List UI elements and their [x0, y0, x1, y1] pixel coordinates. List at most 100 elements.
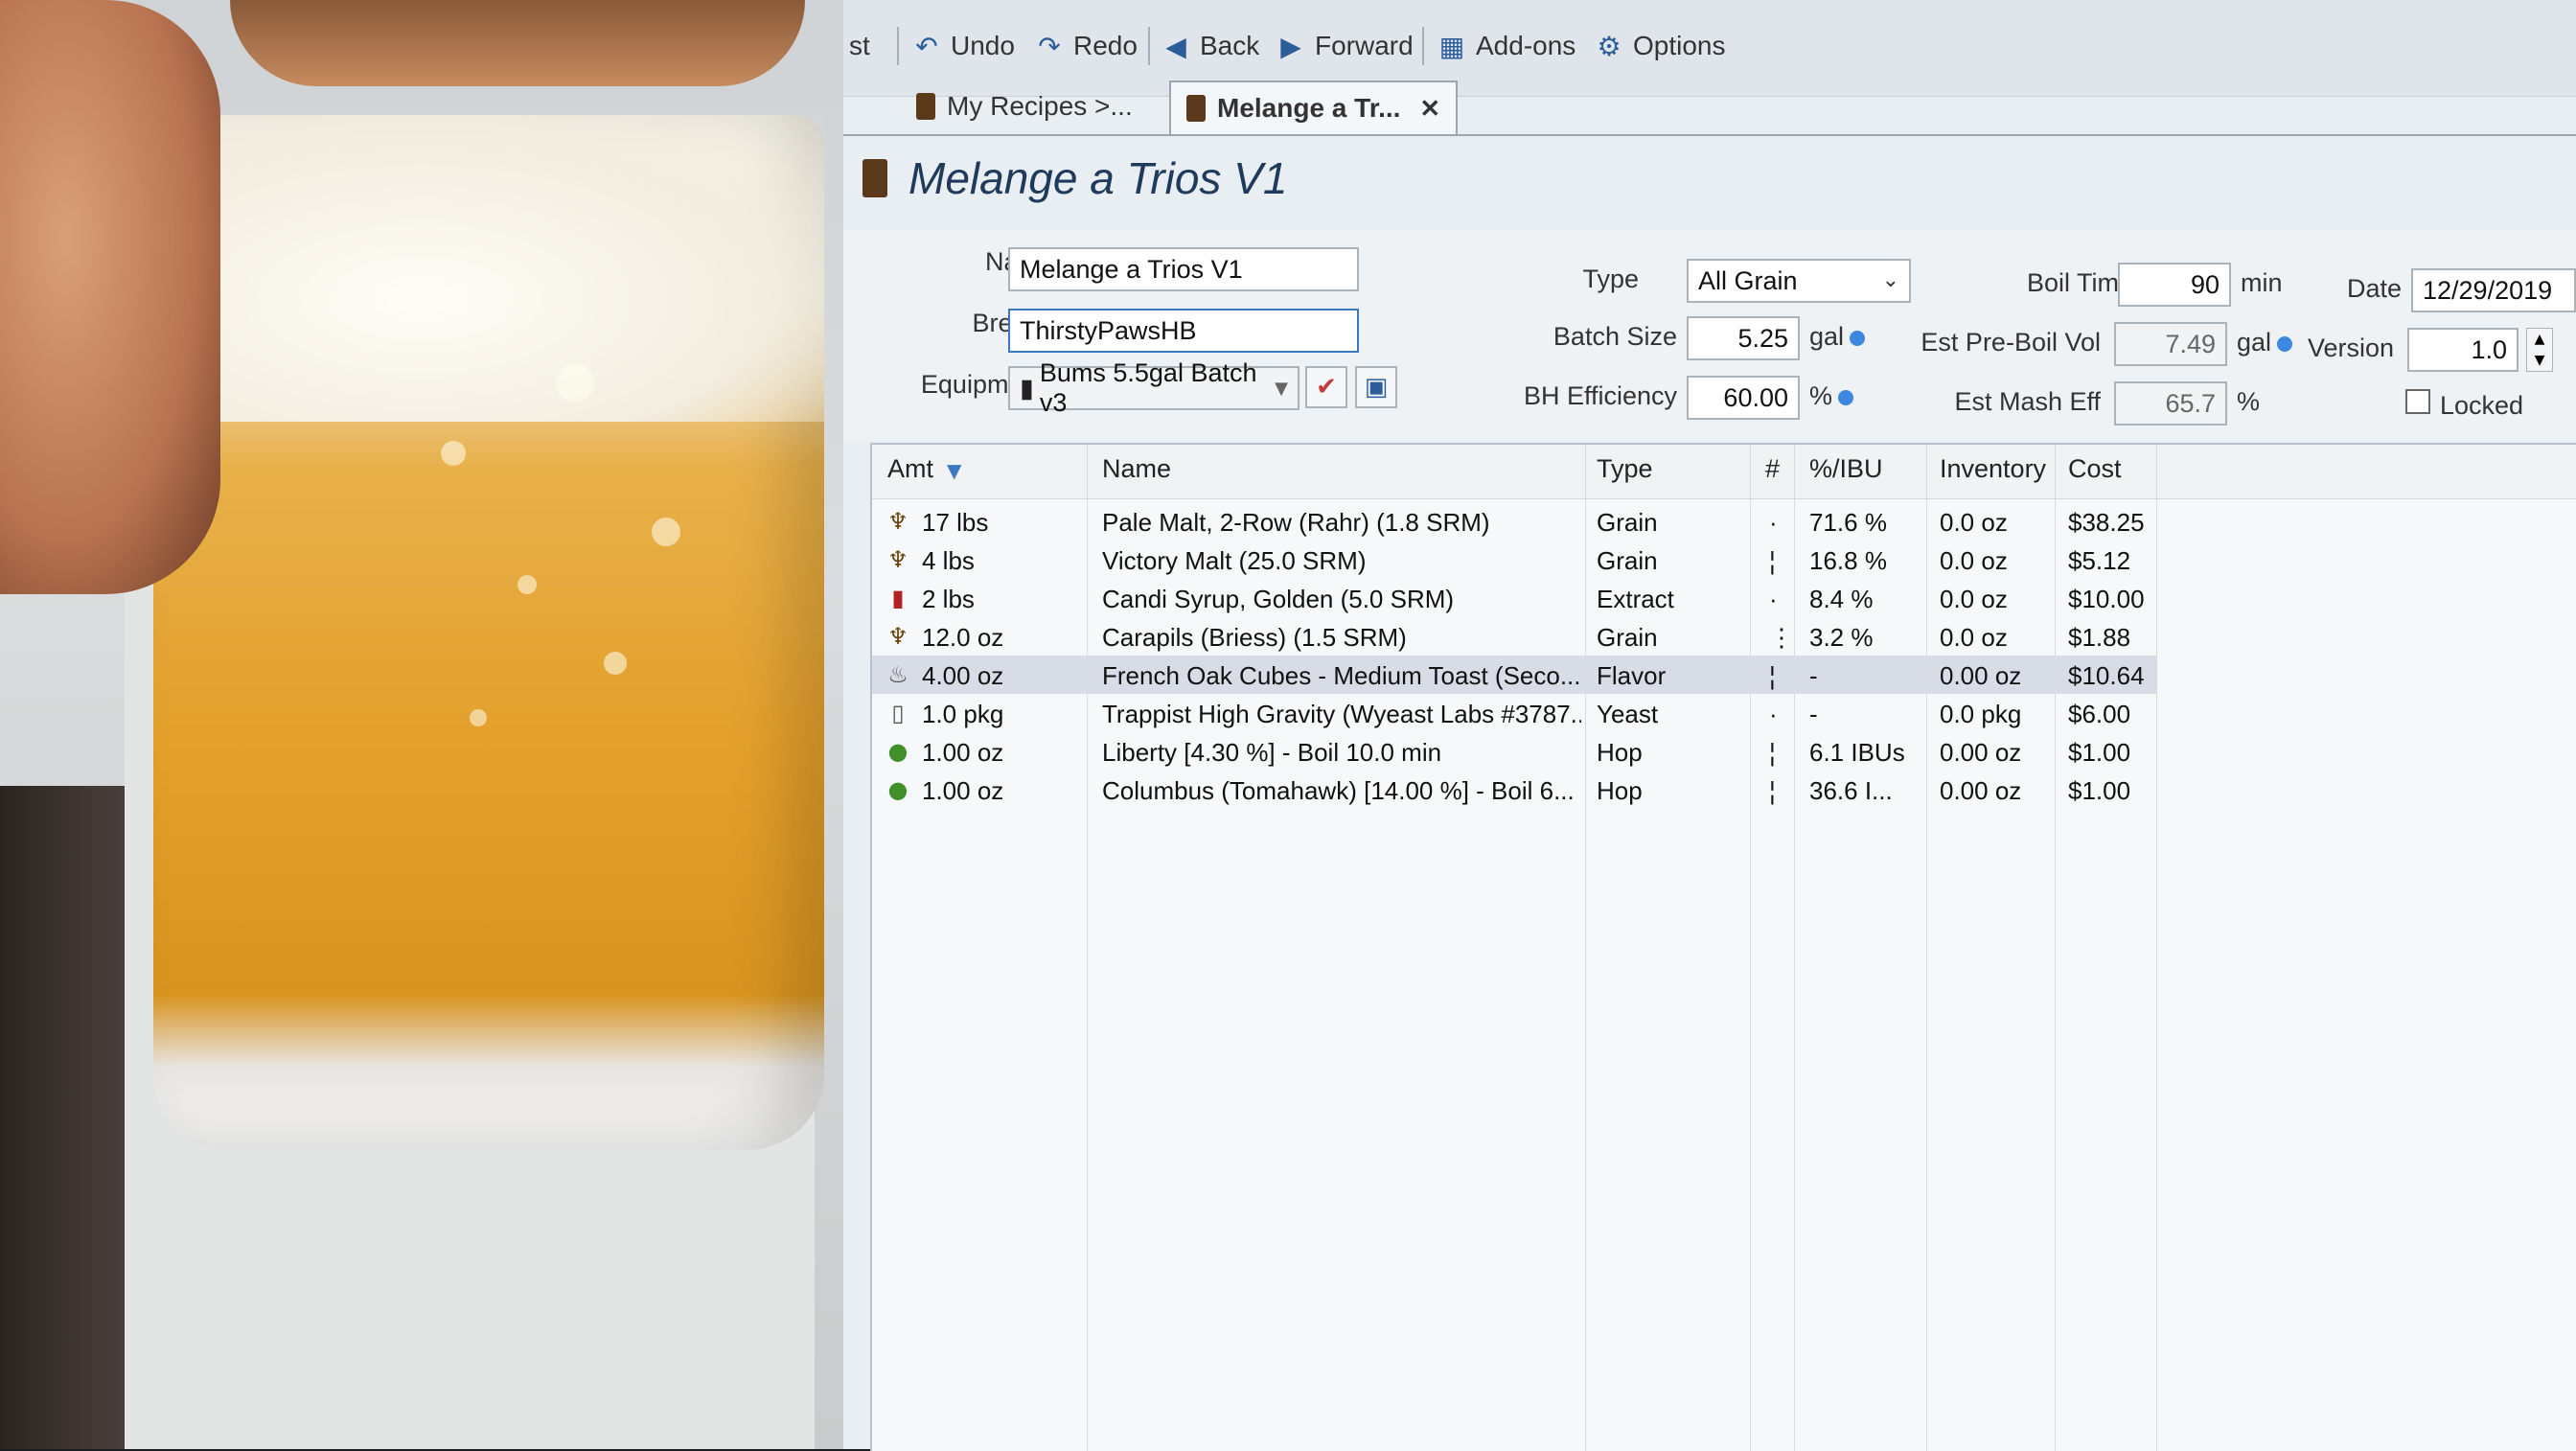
- row-amt: 4 lbs: [922, 546, 975, 575]
- flavor-icon: ♨: [887, 661, 908, 688]
- batch-size-field[interactable]: 5.25: [1687, 316, 1800, 360]
- options-button[interactable]: ⚙ Options: [1593, 27, 1725, 65]
- locked-checkbox[interactable]: [2405, 389, 2430, 414]
- extract-icon: ▮: [891, 585, 905, 611]
- brewer-field[interactable]: ThirstyPawsHB: [1008, 309, 1359, 353]
- beer-mug-icon: [916, 93, 935, 120]
- row-pct: -: [1809, 700, 1818, 728]
- info-dot-icon: [1838, 389, 1854, 405]
- boil-time-field[interactable]: 90: [2118, 263, 2231, 307]
- boil-time-unit: min: [2241, 268, 2283, 297]
- row-name: Pale Malt, 2-Row (Rahr) (1.8 SRM): [1102, 508, 1490, 537]
- table-row[interactable]: ● 1.00 oz Columbus (Tomahawk) [14.00 %] …: [872, 771, 2156, 809]
- gear-icon: ⚙: [1597, 30, 1622, 62]
- mash-eff-field: 65.7: [2114, 381, 2227, 426]
- name-field[interactable]: Melange a Trios V1: [1008, 247, 1359, 291]
- row-num: ¦: [1769, 546, 1776, 575]
- checklist-button[interactable]: ✔: [1305, 366, 1347, 408]
- row-type: Grain: [1597, 546, 1658, 575]
- row-cost: $38.25: [2068, 508, 2145, 537]
- row-inventory: 0.0 pkg: [1940, 700, 2022, 728]
- brewing-app-window: st ↶ Undo ↷ Redo ◀ Back ▶ Forward ▦ Add-…: [843, 0, 2576, 1451]
- col-pct-ibu-header[interactable]: %/IBU: [1809, 454, 1883, 484]
- date-field[interactable]: 12/29/2019: [2411, 268, 2576, 312]
- grain-icon: ♆: [887, 623, 908, 650]
- row-num: ·: [1769, 508, 1778, 537]
- row-name: Columbus (Tomahawk) [14.00 %] - Boil 6..…: [1102, 776, 1575, 805]
- row-inventory: 0.0 oz: [1940, 508, 2008, 537]
- row-num: ⋮: [1769, 623, 1794, 652]
- forward-button[interactable]: ▶ Forward: [1275, 27, 1413, 65]
- tab-recipe[interactable]: Melange a Tr... ✕: [1169, 81, 1459, 134]
- back-button[interactable]: ◀ Back: [1160, 27, 1259, 65]
- undo-icon: ↶: [915, 30, 938, 62]
- version-field[interactable]: 1.0: [2407, 328, 2518, 372]
- row-pct: 8.4 %: [1809, 585, 1874, 613]
- tab-label: My Recipes >...: [947, 91, 1133, 121]
- row-name: Liberty [4.30 %] - Boil 10.0 min: [1102, 738, 1442, 767]
- grain-icon: ♆: [887, 508, 908, 535]
- save-equipment-button[interactable]: ▣: [1355, 366, 1397, 408]
- hop-icon: ●: [887, 738, 908, 765]
- row-cost: $1.88: [2068, 623, 2131, 652]
- row-amt: 4.00 oz: [922, 661, 1004, 690]
- col-type-header[interactable]: Type: [1597, 454, 1653, 484]
- row-amt: 1.00 oz: [922, 776, 1004, 805]
- table-header: Amt ▼ Name Type # %/IBU Inventory Cost: [872, 445, 2576, 499]
- equipment-select[interactable]: ▮ Bums 5.5gal Batch v3 ▼: [1008, 358, 1300, 417]
- beer-mug-icon: [1186, 95, 1206, 122]
- bh-efficiency-label: BH Efficiency: [1523, 381, 1677, 410]
- table-row-selected[interactable]: ♨ 4.00 oz French Oak Cubes - Medium Toas…: [872, 656, 2156, 694]
- col-num-header[interactable]: #: [1765, 454, 1780, 484]
- row-pct: 6.1 IBUs: [1809, 738, 1905, 767]
- type-select[interactable]: All Grain ⌄: [1687, 259, 1911, 303]
- bh-efficiency-field[interactable]: 60.00: [1687, 376, 1800, 420]
- row-inventory: 0.0 oz: [1940, 623, 2008, 652]
- undo-button[interactable]: ↶ Undo: [910, 27, 1015, 65]
- row-cost: $1.00: [2068, 738, 2131, 767]
- addons-button[interactable]: ▦ Add-ons: [1436, 27, 1576, 65]
- row-pct: 16.8 %: [1809, 546, 1887, 575]
- thumb: [230, 0, 805, 86]
- row-inventory: 0.00 oz: [1940, 738, 2022, 767]
- table-row[interactable]: ▯ 1.0 pkg Trappist High Gravity (Wyeast …: [872, 694, 2156, 732]
- recipe-form: Name Melange a Trios V1 Brewer ThirstyPa…: [843, 230, 2576, 441]
- row-cost: $5.12: [2068, 546, 2131, 575]
- sort-desc-icon: ▼: [947, 459, 962, 482]
- table-row[interactable]: ● 1.00 oz Liberty [4.30 %] - Boil 10.0 m…: [872, 732, 2156, 771]
- redo-label: Redo: [1073, 31, 1138, 60]
- type-value: All Grain: [1698, 265, 1798, 295]
- toolbar-partial-item[interactable]: st: [849, 27, 870, 65]
- table-row[interactable]: ♆ 17 lbs Pale Malt, 2-Row (Rahr) (1.8 SR…: [872, 502, 2156, 541]
- col-name-header[interactable]: Name: [1102, 454, 1171, 484]
- redo-button[interactable]: ↷ Redo: [1033, 27, 1138, 65]
- tab-my-recipes[interactable]: My Recipes >...: [901, 81, 1148, 132]
- row-name: Victory Malt (25.0 SRM): [1102, 546, 1367, 575]
- equipment-value: Bums 5.5gal Batch v3: [1039, 358, 1257, 417]
- close-icon[interactable]: ✕: [1419, 94, 1440, 124]
- mash-eff-unit: %: [2237, 387, 2261, 416]
- row-type: Extract: [1597, 585, 1674, 613]
- hand: [0, 0, 220, 594]
- version-stepper[interactable]: ▲ ▼: [2526, 328, 2553, 372]
- info-dot-icon: [1850, 330, 1866, 346]
- table-row[interactable]: ♆ 12.0 oz Carapils (Briess) (1.5 SRM) Gr…: [872, 617, 2156, 656]
- addons-icon: ▦: [1438, 30, 1465, 62]
- col-cost-header[interactable]: Cost: [2068, 454, 2122, 484]
- forward-icon: ▶: [1280, 30, 1301, 62]
- table-row[interactable]: ♆ 4 lbs Victory Malt (25.0 SRM) Grain ¦ …: [872, 541, 2156, 579]
- row-name: Trappist High Gravity (Wyeast Labs #3787…: [1102, 700, 1581, 728]
- row-name: Carapils (Briess) (1.5 SRM): [1102, 623, 1407, 652]
- row-num: ¦: [1769, 738, 1776, 767]
- row-num: ·: [1769, 585, 1778, 613]
- col-inventory-header[interactable]: Inventory: [1940, 454, 2046, 484]
- col-amt-header[interactable]: Amt ▼: [887, 454, 961, 484]
- row-num: ·: [1769, 700, 1778, 728]
- row-name: Candi Syrup, Golden (5.0 SRM): [1102, 585, 1455, 613]
- date-label: Date: [2346, 274, 2402, 303]
- row-pct: 71.6 %: [1809, 508, 1887, 537]
- row-cost: $6.00: [2068, 700, 2131, 728]
- row-amt: 1.00 oz: [922, 738, 1004, 767]
- table-row[interactable]: ▮ 2 lbs Candi Syrup, Golden (5.0 SRM) Ex…: [872, 579, 2156, 617]
- row-inventory: 0.00 oz: [1940, 776, 2022, 805]
